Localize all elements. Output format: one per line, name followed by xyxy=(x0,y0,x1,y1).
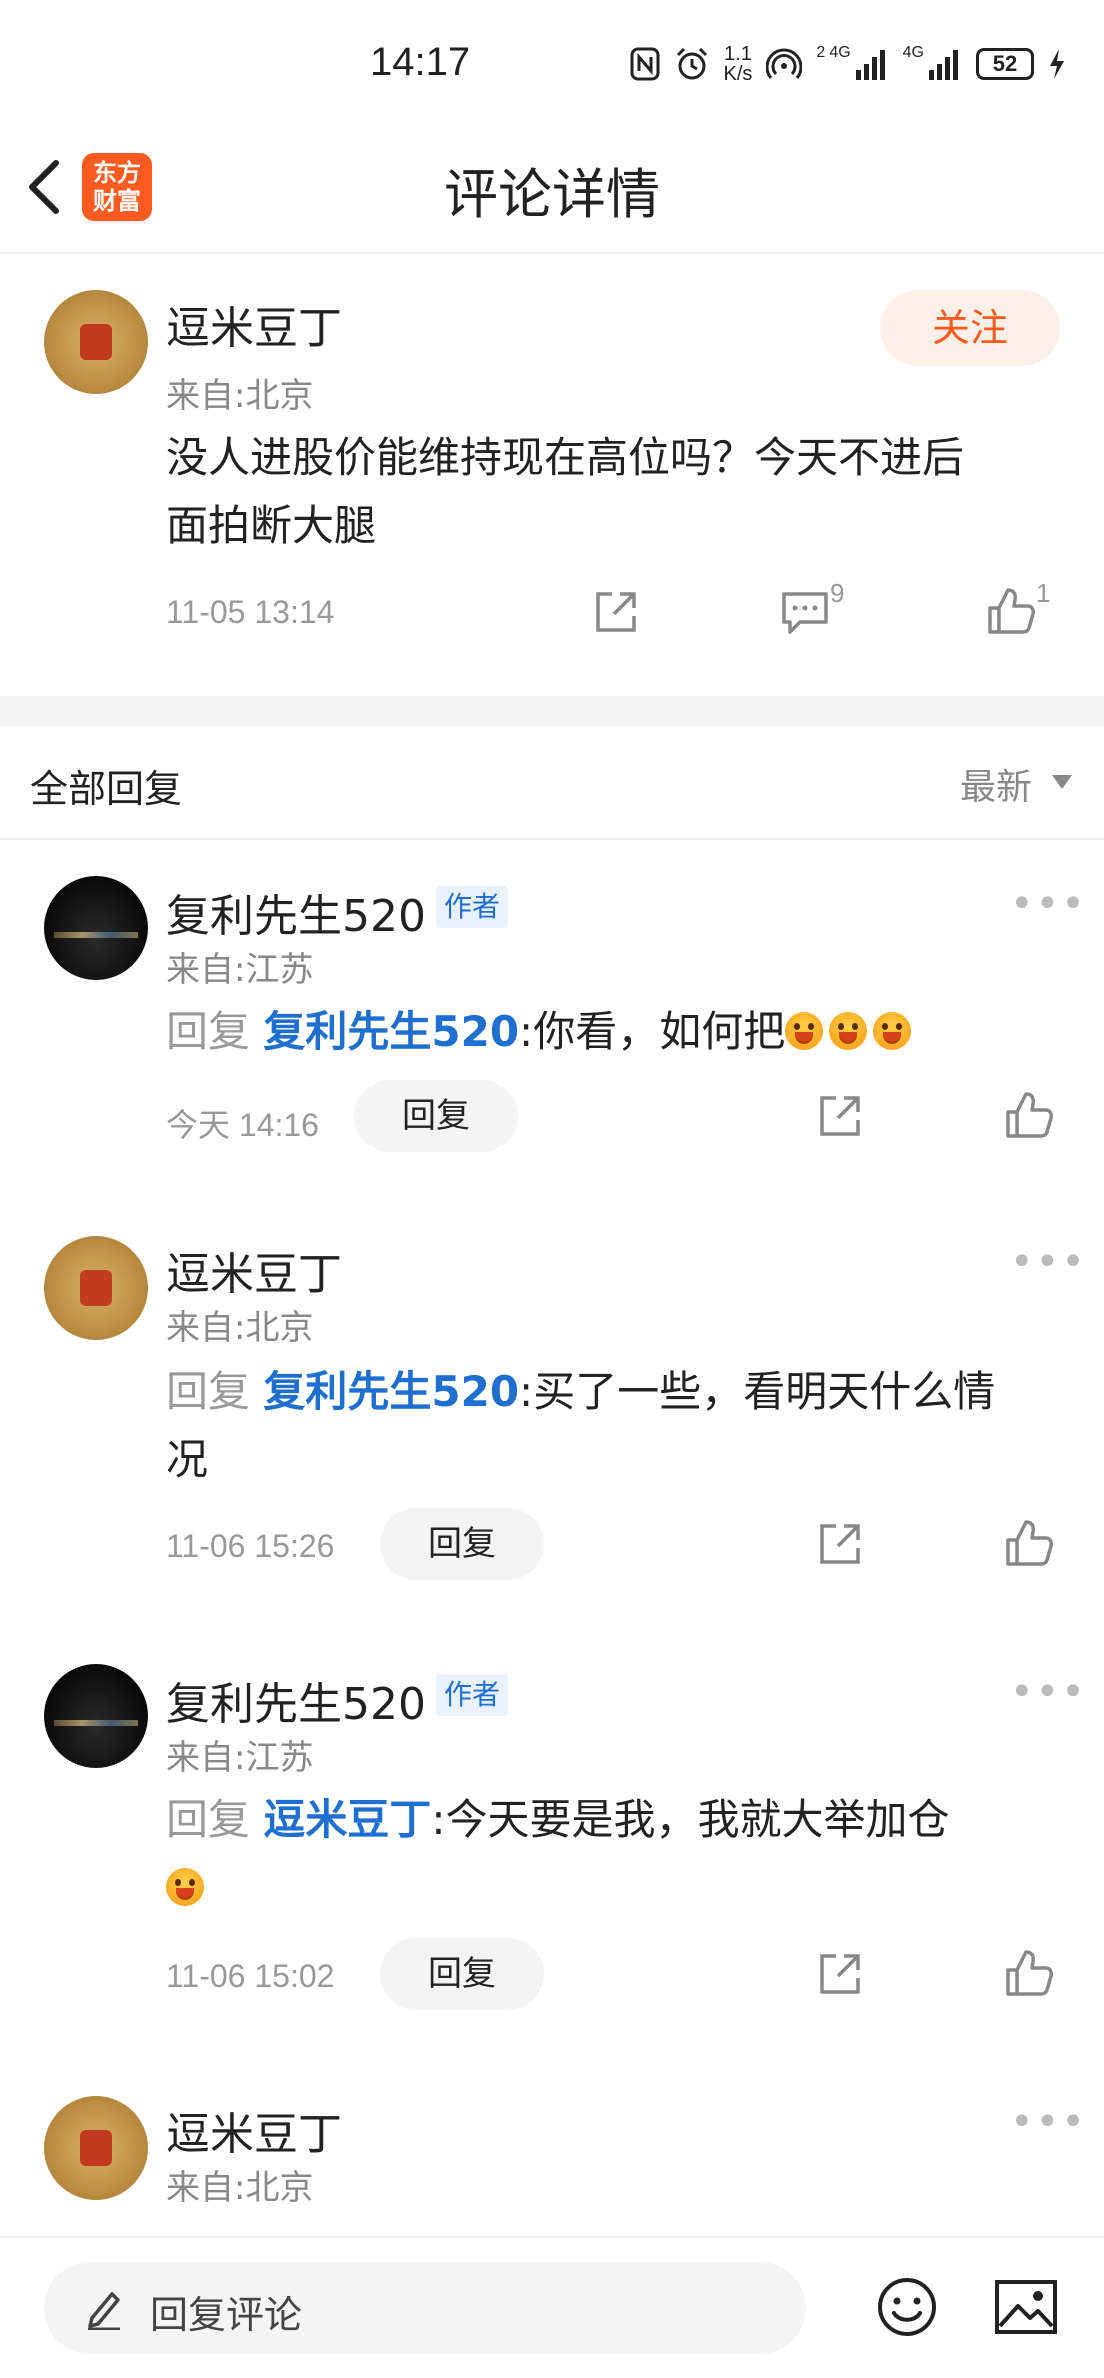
emoji-icon[interactable] xyxy=(876,2276,938,2338)
reply-location: 来自:江苏 xyxy=(166,950,314,990)
smile-emoji-icon xyxy=(166,1868,204,1906)
status-icons: 1.1 K/s 2 4G 4G 52 xyxy=(630,44,1067,84)
signal-icon xyxy=(929,50,958,80)
alarm-icon xyxy=(676,47,707,80)
avatar[interactable] xyxy=(44,876,148,980)
like-icon[interactable] xyxy=(1004,1090,1054,1140)
reply-button[interactable]: 回复 xyxy=(354,1080,518,1152)
reply-time: 11-06 15:26 xyxy=(166,1528,335,1564)
share-icon[interactable] xyxy=(816,1950,864,1998)
avatar[interactable] xyxy=(44,290,148,394)
avatar[interactable] xyxy=(44,2096,148,2200)
net-speed: 1.1 K/s xyxy=(723,43,753,85)
author-badge: 作者 xyxy=(436,1674,509,1716)
reply-author[interactable]: 复利先生520 xyxy=(166,1668,426,1732)
comment-icon[interactable] xyxy=(780,588,830,636)
more-icon[interactable]: ••• xyxy=(1010,2102,1087,2142)
reply-author[interactable]: 逗米豆丁 xyxy=(166,1238,342,1302)
status-time: 14:17 xyxy=(370,40,471,84)
reply-content-line2: 况 xyxy=(166,1435,209,1484)
more-icon[interactable]: ••• xyxy=(1010,884,1087,924)
page-title: 评论详情 xyxy=(444,163,660,226)
like-count: 1 xyxy=(1036,578,1051,608)
smile-emoji-icon xyxy=(785,1012,824,1050)
replies-title: 全部回复 xyxy=(30,767,183,811)
replies-divider xyxy=(0,838,1104,840)
post-time: 11-05 13:14 xyxy=(166,594,335,630)
section-separator xyxy=(0,696,1104,726)
reply-content: 回复 复利先生520:买了一些，看明天什么情 xyxy=(166,1358,995,1426)
reply-location: 来自:北京 xyxy=(166,2168,314,2208)
share-icon[interactable] xyxy=(816,1092,864,1140)
reply-body: :今天要是我，我就大举加仓 xyxy=(431,1795,950,1844)
comment-count: 9 xyxy=(830,578,845,608)
smile-emoji-icon xyxy=(873,1012,912,1050)
signal-label-1: 4G xyxy=(829,44,851,61)
reply-target-link[interactable]: 逗米豆丁 xyxy=(263,1795,431,1844)
avatar[interactable] xyxy=(44,1664,148,1768)
reply-author[interactable]: 逗米豆丁 xyxy=(166,2098,342,2162)
like-icon[interactable] xyxy=(986,586,1036,636)
post-author[interactable]: 逗米豆丁 xyxy=(166,292,342,356)
reply-prefix: 回复 xyxy=(166,1795,251,1844)
reply-input-placeholder[interactable]: 回复评论 xyxy=(150,2284,302,2339)
charging-icon xyxy=(1050,49,1064,79)
nav-divider xyxy=(0,252,1104,254)
author-badge: 作者 xyxy=(436,886,509,928)
wifi-badge: 2 xyxy=(816,44,826,61)
signal-icon xyxy=(855,50,885,80)
more-icon[interactable]: ••• xyxy=(1010,1242,1087,1282)
share-icon[interactable] xyxy=(592,588,640,636)
like-icon[interactable] xyxy=(1004,1518,1054,1568)
reply-target-link[interactable]: 复利先生520 xyxy=(263,1007,519,1056)
post-location: 来自:北京 xyxy=(166,376,314,416)
signal-label-2: 4G xyxy=(902,44,924,61)
more-icon[interactable]: ••• xyxy=(1010,1672,1087,1712)
reply-body: :买了一些，看明天什么情 xyxy=(519,1367,996,1416)
post-content-line1: 没人进股价能维持现在高位吗？今天不进后 xyxy=(166,433,965,482)
image-icon[interactable] xyxy=(994,2278,1058,2336)
reply-prefix: 回复 xyxy=(166,1367,251,1416)
reply-button[interactable]: 回复 xyxy=(380,1938,544,2010)
reply-content-line2 xyxy=(166,1868,210,1906)
like-icon[interactable] xyxy=(1004,1948,1054,1998)
post-content-line2: 面拍断大腿 xyxy=(166,501,377,550)
reply-author[interactable]: 复利先生520 xyxy=(166,880,426,944)
reply-location: 来自:北京 xyxy=(166,1308,314,1348)
pencil-icon xyxy=(88,2292,120,2330)
reply-location: 来自:江苏 xyxy=(166,1738,314,1778)
reply-time: 11-06 15:02 xyxy=(166,1958,335,1994)
caret-down-icon[interactable] xyxy=(1052,775,1072,789)
reply-button[interactable]: 回复 xyxy=(380,1508,544,1580)
reply-prefix: 回复 xyxy=(166,1007,251,1056)
nfc-icon xyxy=(630,47,659,81)
reply-content: 回复 逗米豆丁:今天要是我，我就大举加仓 xyxy=(166,1786,950,1854)
reply-target-link[interactable]: 复利先生520 xyxy=(263,1367,519,1416)
sort-selector[interactable]: 最新 xyxy=(960,758,1032,810)
share-icon[interactable] xyxy=(816,1520,864,1568)
reply-time: 今天 14:16 xyxy=(166,1107,319,1143)
avatar[interactable] xyxy=(44,1236,148,1340)
follow-button[interactable]: 关注 xyxy=(880,290,1060,366)
reply-body: :你看，如何把 xyxy=(519,1007,786,1056)
hotspot-icon xyxy=(766,48,803,79)
battery-icon: 52 xyxy=(976,48,1034,80)
smile-emoji-icon xyxy=(829,1012,868,1050)
reply-content: 回复 复利先生520:你看，如何把 xyxy=(166,998,917,1066)
